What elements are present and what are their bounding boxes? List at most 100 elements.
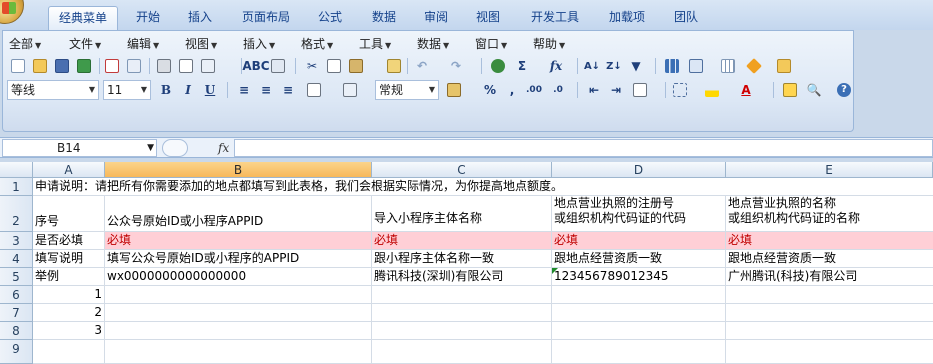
undo-icon[interactable]: ↶ [413,57,431,75]
permission-icon[interactable] [103,57,121,75]
row-header[interactable]: 3 [0,232,33,250]
menu-help[interactable]: 帮助 ▼ [533,35,565,53]
cell-d5[interactable]: 123456789012345 [552,268,726,286]
style-icon[interactable] [745,57,763,75]
sort-ascending-icon[interactable]: A↓ [583,57,601,75]
bold-button[interactable]: B [157,81,175,99]
copy-icon[interactable] [325,57,343,75]
cell-a3[interactable]: 是否必填 [33,232,105,250]
new-document-icon[interactable] [9,57,27,75]
cell-e4[interactable]: 跟地点经营资质一致 [726,250,933,268]
insert-function-button[interactable]: fx [218,139,229,157]
cell-a7[interactable]: 2 [33,304,105,322]
autosum-icon[interactable]: Σ [513,57,531,75]
page-setup-icon[interactable] [199,57,217,75]
currency-icon[interactable] [445,81,463,99]
row-header[interactable]: 7 [0,304,33,322]
column-header-d[interactable]: D [552,162,726,178]
row-header[interactable]: 2 [0,196,33,232]
align-center-icon[interactable]: ≡ [257,81,275,99]
menu-insert[interactable]: 插入 ▼ [243,35,275,53]
row-header[interactable]: 1 [0,178,33,196]
cell-d6[interactable] [552,286,726,304]
row-header[interactable]: 9 [0,340,33,364]
redo-icon[interactable]: ↷ [447,57,465,75]
cell-a5[interactable]: 举例 [33,268,105,286]
chart-icon[interactable] [663,57,681,75]
cell-c5[interactable]: 腾讯科技(深圳)有限公司 [372,268,552,286]
tab-view[interactable]: 视图 [466,6,510,30]
cell-c2[interactable]: 导入小程序主体名称 [372,196,552,232]
row-header[interactable]: 5 [0,268,33,286]
fill-color-icon[interactable] [703,81,721,99]
cell-a1[interactable]: 申请说明：请把所有你需要添加的地点都填写到此表格，我们会根据实际情况，为你提高地… [33,178,933,196]
cell-d7[interactable] [552,304,726,322]
format-painter-icon[interactable] [385,57,403,75]
font-color-icon[interactable]: A [737,81,755,99]
cell-d2[interactable]: 地点营业执照的注册号 或组织机构代码证的代码 [552,196,726,232]
spelling-icon[interactable]: ABC [242,57,269,75]
cell-d3[interactable]: 必填 [552,232,726,250]
cell-b6[interactable] [105,286,372,304]
tab-classic-menu[interactable]: 经典菜单 [48,6,118,30]
cell-e7[interactable] [726,304,933,322]
tab-add-ins[interactable]: 加载项 [598,6,656,30]
folder-icon[interactable] [775,57,793,75]
row-header[interactable]: 8 [0,322,33,340]
menu-tools[interactable]: 工具 ▼ [359,35,391,53]
merge-center-icon[interactable] [305,81,323,99]
cell-a6[interactable]: 1 [33,286,105,304]
borders-icon[interactable] [671,81,689,99]
cell-b3[interactable]: 必填 [105,232,372,250]
sort-descending-icon[interactable]: Z↓ [605,57,623,75]
tab-team[interactable]: 团队 [664,6,708,30]
menu-format[interactable]: 格式 ▼ [301,35,333,53]
cell-e2[interactable]: 地点营业执照的名称 或组织机构代码证的名称 [726,196,933,232]
formula-bar-expand-handle[interactable] [162,139,188,157]
cell-a9[interactable] [33,340,105,364]
print-icon[interactable] [155,57,173,75]
row-header[interactable]: 6 [0,286,33,304]
cell-b8[interactable] [105,322,372,340]
email-icon[interactable] [125,57,143,75]
cell-format-icon[interactable] [341,81,359,99]
cell-b7[interactable] [105,304,372,322]
tab-insert[interactable]: 插入 [178,6,222,30]
cell-d9[interactable] [552,340,726,364]
cell-b2[interactable]: 公众号原始ID或小程序APPID [105,196,372,232]
increase-decimal-button[interactable]: .00 [525,81,543,99]
tab-page-layout[interactable]: 页面布局 [232,6,300,30]
drawing-icon[interactable] [687,57,705,75]
percent-button[interactable]: % [481,81,499,99]
formula-input[interactable] [234,139,933,157]
align-right-icon[interactable]: ≡ [279,81,297,99]
tab-data[interactable]: 数据 [362,6,406,30]
office-button[interactable] [0,0,24,24]
help-icon[interactable]: ? [835,81,853,99]
decrease-indent-icon[interactable]: ⇤ [585,81,603,99]
wrap-text-icon[interactable] [631,81,649,99]
row-header[interactable]: 4 [0,250,33,268]
align-left-icon[interactable]: ≡ [235,81,253,99]
cell-a2[interactable]: 序号 [33,196,105,232]
cell-c4[interactable]: 跟小程序主体名称一致 [372,250,552,268]
font-size-select[interactable]: 11 ▼ [103,80,151,100]
grid-icon[interactable] [719,57,737,75]
cell-e6[interactable] [726,286,933,304]
column-header-c[interactable]: C [372,162,552,178]
cell-e8[interactable] [726,322,933,340]
cell-e5[interactable]: 广州腾讯(科技)有限公司 [726,268,933,286]
comma-button[interactable]: , [503,81,521,99]
hyperlink-icon[interactable] [489,57,507,75]
cell-a4[interactable]: 填写说明 [33,250,105,268]
decrease-decimal-button[interactable]: .0 [549,81,567,99]
cell-c9[interactable] [372,340,552,364]
cell-c6[interactable] [372,286,552,304]
column-header-b[interactable]: B [105,162,372,178]
select-all-corner[interactable] [0,162,33,178]
filter-icon[interactable]: ▼ [627,57,645,75]
open-folder-icon[interactable] [31,57,49,75]
name-box[interactable]: B14 ▼ [2,139,157,157]
menu-edit[interactable]: 编辑 ▼ [127,35,159,53]
cell-e3[interactable]: 必填 [726,232,933,250]
